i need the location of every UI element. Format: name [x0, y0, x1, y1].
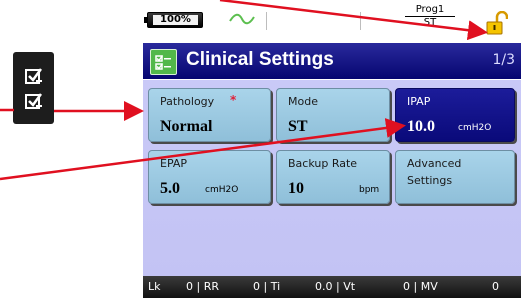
unlocked-padlock-icon[interactable] — [486, 11, 508, 35]
pathology-tile[interactable]: Pathology * Normal — [148, 88, 271, 142]
tile-value: 10 — [288, 180, 304, 197]
program-indicator: Prog1 ST — [405, 4, 455, 29]
checkbox-icon — [24, 92, 42, 109]
vt-value: 0 | MV — [403, 280, 438, 293]
advanced-settings-tile[interactable]: Advanced Settings — [395, 150, 515, 204]
lk-label: Lk — [148, 280, 161, 293]
divider — [266, 12, 267, 30]
checkbox-icon — [24, 67, 42, 84]
backup-rate-tile[interactable]: Backup Rate 10 bpm — [276, 150, 390, 204]
tile-label: Backup Rate — [288, 157, 358, 170]
device-screen: 100% Prog1 ST Clinical Settings 1/3 Path… — [143, 0, 521, 298]
tile-value: Normal — [160, 118, 213, 135]
program-label: Prog1 — [415, 4, 445, 15]
battery-level-text: 100% — [153, 15, 198, 25]
mode-tile[interactable]: Mode ST — [276, 88, 390, 142]
tile-label: IPAP — [407, 95, 431, 108]
required-marker: * — [230, 93, 237, 107]
settings-grid: Pathology * Normal Mode ST IPAP 10.0 cmH… — [143, 80, 521, 276]
ipap-tile[interactable]: IPAP 10.0 cmH2O — [395, 88, 515, 142]
epap-tile[interactable]: EPAP 5.0 cmH2O — [148, 150, 271, 204]
page-title: Clinical Settings — [186, 49, 334, 70]
tile-value: 5.0 — [160, 180, 180, 197]
ti-value: 0.0 | Vt — [315, 280, 356, 293]
rr-value: 0 | Ti — [253, 280, 281, 293]
page-indicator: 1/3 — [492, 52, 515, 68]
checklist-icon — [13, 52, 54, 124]
tile-unit: cmH2O — [205, 185, 239, 195]
battery-indicator: 100% — [144, 12, 203, 28]
title-bar: Clinical Settings 1/3 — [143, 43, 521, 79]
monitor-bar: Lk 0 | RR 0 | Ti 0.0 | Vt 0 | MV 0 — [143, 276, 521, 298]
clinical-settings-icon — [150, 49, 177, 75]
tile-unit: cmH2O — [458, 123, 492, 133]
tile-label: Pathology — [160, 95, 215, 108]
breath-wave-icon — [229, 13, 255, 25]
divider — [360, 12, 361, 30]
tile-label: EPAP — [160, 157, 188, 170]
tile-label-line2: Settings — [407, 174, 453, 187]
tile-label: Advanced — [407, 157, 462, 170]
status-bar: 100% Prog1 ST — [143, 0, 521, 38]
mv-value: 0 — [492, 280, 499, 293]
lk-value: 0 | RR — [186, 280, 219, 293]
tile-value: 10.0 — [407, 118, 435, 135]
tile-unit: bpm — [359, 185, 380, 195]
mode-short: ST — [405, 16, 455, 29]
tile-value: ST — [288, 118, 308, 135]
tile-label: Mode — [288, 95, 318, 108]
